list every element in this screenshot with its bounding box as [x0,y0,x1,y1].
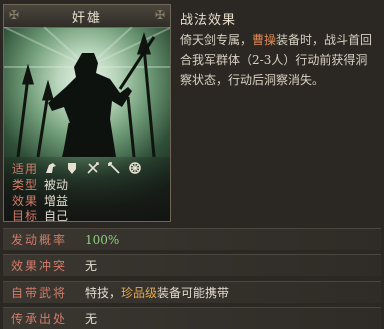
inherit-source-row: 传承出处 无 [3,307,381,329]
target-row: 目标 自己 [12,207,68,222]
trigger-rate-value: 100% [85,232,120,247]
siege-icon [129,162,141,174]
conflict-value: 无 [85,259,98,273]
skill-card-header: ✠ 奸雄 ✠ [4,5,170,28]
spear-icon [108,162,120,174]
trigger-rate-label: 发动概率 [11,233,68,247]
inherit-source-label: 传承出处 [11,312,68,326]
skill-stats-panel: 适用 类型 被动 效果 增益 目标 自己 [4,157,170,222]
corner-ornament-icon: ✠ [154,8,166,22]
troop-icons [44,161,142,175]
warrior-silhouette [48,53,132,157]
effect-description: 倚天剑专属，曹操装备时，战斗首回合我军群体（2-3人）行动前获得洞察状态，行动后… [180,30,378,90]
general-name-highlight: 曹操 [252,33,277,47]
conflict-label: 效果冲突 [11,259,68,273]
target-value: 自己 [44,208,69,222]
type-row: 类型 被动 [12,176,68,192]
archer-icon [87,162,99,174]
skill-name: 奸雄 [71,10,102,26]
corner-ornament-icon: ✠ [8,8,20,22]
shield-icon [68,163,76,174]
skill-artwork [4,27,170,157]
description-text: 倚天剑专属， [180,33,253,47]
trigger-rate-row: 发动概率 100% [3,228,381,250]
owner-value-prefix: 特技， [85,286,122,300]
type-value: 被动 [44,177,69,192]
owner-general-value: 特技，珍品级装备可能携带 [85,284,229,301]
skill-card: ✠ 奸雄 ✠ 适用 类型 被动 效果 增益 目标 自己 [3,4,171,222]
inherit-source-value: 无 [85,312,98,326]
effect-title: 战法效果 [180,13,237,28]
owner-general-row: 自带武将 特技，珍品级装备可能携带 [3,281,381,303]
owner-general-label: 自带武将 [11,286,68,300]
applicable-label: 适用 [12,161,39,176]
type-label: 类型 [12,177,39,192]
applicable-row: 适用 [12,160,142,176]
cavalry-icon [46,163,56,173]
conflict-row: 效果冲突 无 [3,254,381,276]
rarity-highlight: 珍品级 [121,286,158,300]
target-label: 目标 [12,208,39,222]
owner-value-suffix: 装备可能携带 [157,286,230,300]
